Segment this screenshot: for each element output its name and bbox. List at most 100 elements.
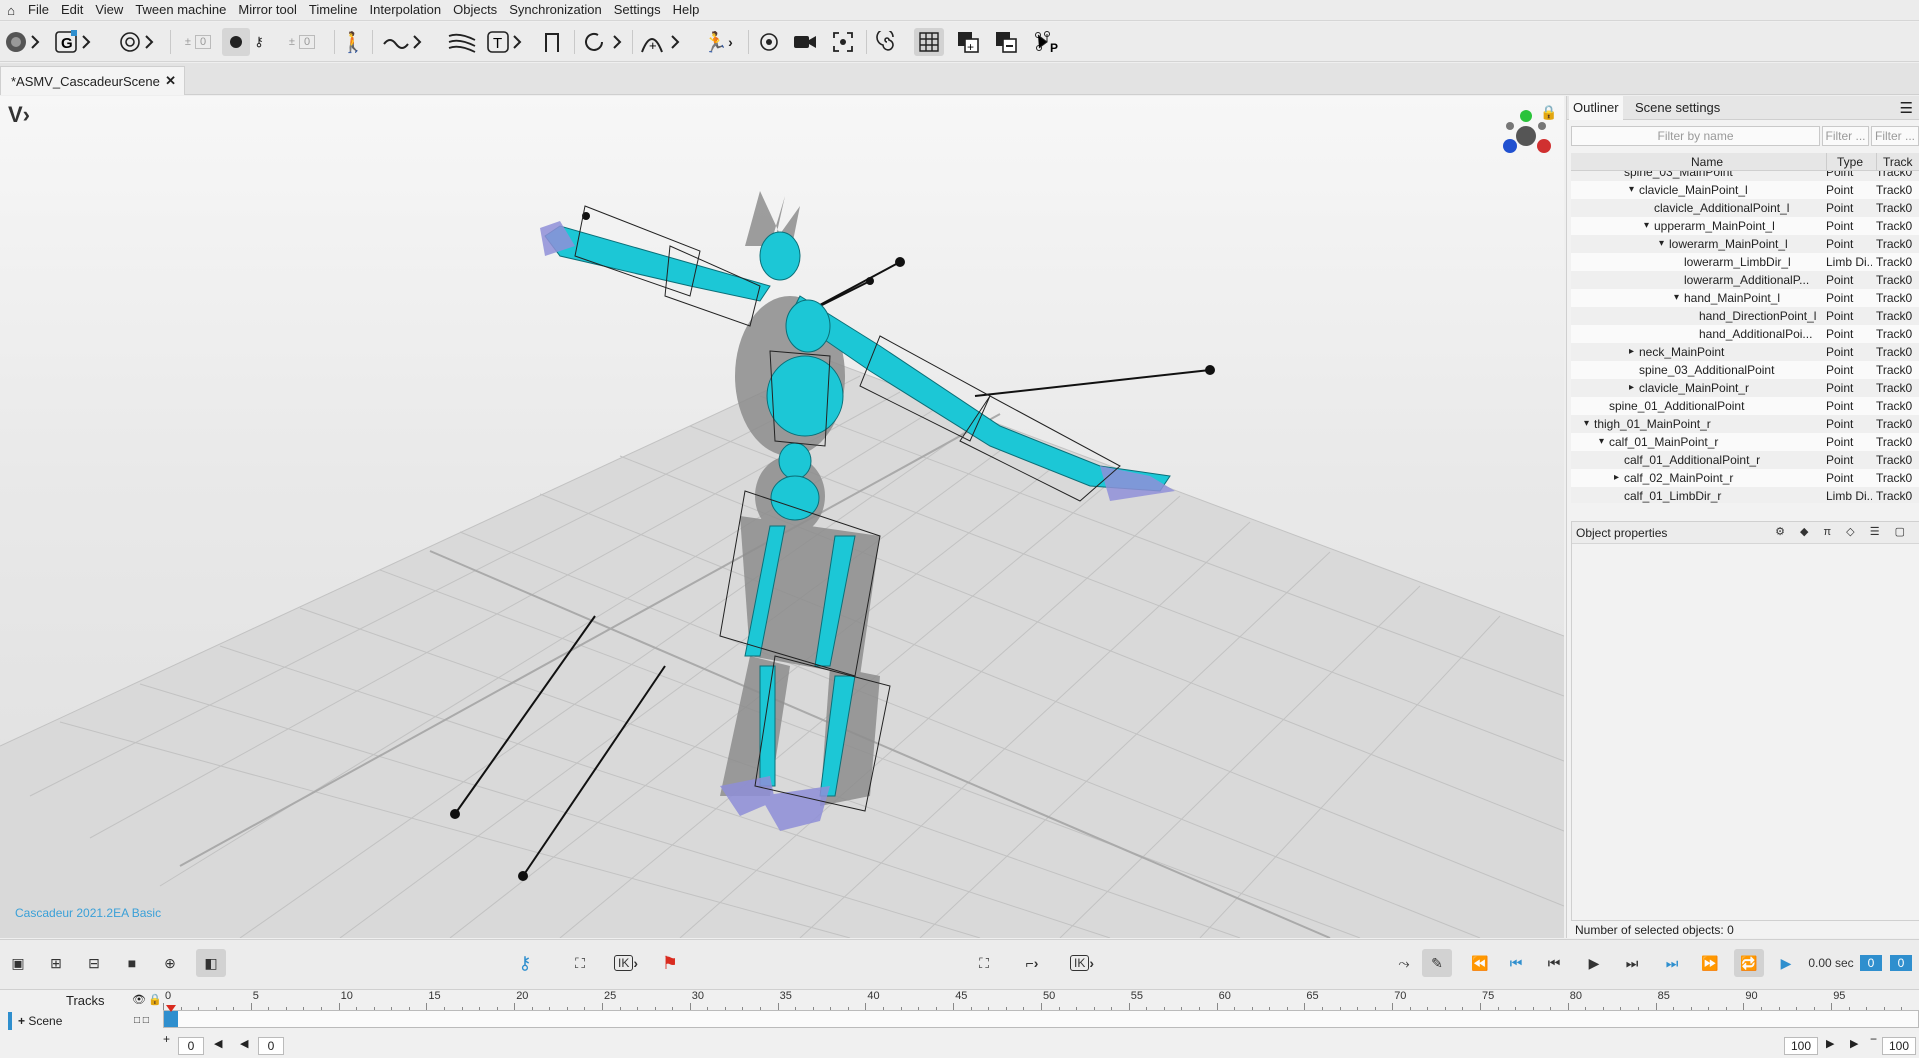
add-folder-icon[interactable]: ⊞ bbox=[42, 949, 70, 977]
menu-edit[interactable]: Edit bbox=[55, 0, 89, 20]
globe-tool-button[interactable] bbox=[4, 28, 44, 56]
menu-objects[interactable]: Objects bbox=[447, 0, 503, 20]
prev-small-icon[interactable]: ◀ bbox=[240, 1037, 248, 1050]
add-track-icon[interactable]: ▣ bbox=[4, 949, 32, 977]
point-cloud-icon[interactable]: P bbox=[1032, 28, 1062, 56]
outliner-row[interactable]: ▾ upperarm_MainPoint_l Point Track0 bbox=[1571, 217, 1919, 235]
key-tool-icon[interactable]: ⚷ bbox=[512, 949, 538, 977]
ik-toggle-button[interactable]: IK › bbox=[604, 949, 648, 977]
expand-arrow-icon[interactable]: ▾ bbox=[1584, 415, 1589, 433]
frame-box-a[interactable]: 0 bbox=[1860, 955, 1882, 971]
add-keyframe-icon[interactable]: ⊕ bbox=[156, 949, 184, 977]
fit-selection-icon[interactable]: ⛶ bbox=[566, 949, 594, 977]
menu-view[interactable]: View bbox=[89, 0, 129, 20]
next-frame-icon[interactable]: ⏭ bbox=[1620, 949, 1644, 977]
tab-scene-settings[interactable]: Scene settings bbox=[1631, 96, 1724, 120]
outliner-row[interactable]: ▸ neck_MainPoint Point Track0 bbox=[1571, 343, 1919, 361]
rewind-icon[interactable]: ⏪ bbox=[1468, 949, 1492, 977]
target-icon[interactable] bbox=[756, 28, 782, 56]
filter-type-input[interactable]: Filter ... bbox=[1822, 126, 1869, 146]
add-group-icon[interactable]: + bbox=[954, 28, 982, 56]
play-sound-icon[interactable]: ▶ bbox=[1774, 949, 1798, 977]
outliner-row[interactable]: lowerarm_LimbDir_l Limb Di... Track0 bbox=[1571, 253, 1919, 271]
collapse-arrow-icon[interactable]: ▸ bbox=[1629, 379, 1634, 397]
character-icon[interactable]: 🚶 bbox=[340, 28, 366, 56]
menu-interpolation[interactable]: Interpolation bbox=[364, 0, 448, 20]
counter-a[interactable]: ±0 bbox=[178, 28, 218, 56]
menu-mirror-tool[interactable]: Mirror tool bbox=[232, 0, 303, 20]
column-track[interactable]: Track bbox=[1876, 153, 1913, 171]
trajectory-add-button[interactable]: + bbox=[640, 28, 684, 56]
zoom-out-icon[interactable]: − bbox=[1870, 1032, 1877, 1046]
viewport-menu-icon[interactable]: V› bbox=[8, 102, 30, 128]
key-icon[interactable]: ⚷ bbox=[252, 28, 266, 56]
outliner-row[interactable]: clavicle_AdditionalPoint_l Point Track0 bbox=[1571, 199, 1919, 217]
fast-forward-icon[interactable]: ⏩ bbox=[1698, 949, 1722, 977]
track-scene[interactable]: + Scene □ □ bbox=[8, 1012, 158, 1030]
ik-mode-button[interactable]: IK › bbox=[1060, 949, 1104, 977]
expand-arrow-icon[interactable]: ▾ bbox=[1659, 235, 1664, 253]
loop-tool-button[interactable] bbox=[582, 28, 626, 56]
zoom-in-icon[interactable]: + bbox=[163, 1032, 170, 1046]
remove-group-icon[interactable] bbox=[992, 28, 1020, 56]
column-name[interactable]: Name bbox=[1691, 153, 1723, 171]
loop-toggle-button[interactable]: 🔁 bbox=[1734, 949, 1764, 977]
menu-timeline[interactable]: Timeline bbox=[303, 0, 364, 20]
interval-lock-icon[interactable]: ⤳ bbox=[1390, 949, 1418, 977]
expand-arrow-icon[interactable]: ▾ bbox=[1629, 181, 1634, 199]
split-view-button[interactable]: ◧ bbox=[196, 949, 226, 977]
outliner-row[interactable]: calf_01_LimbDir_r Limb Di... Track0 bbox=[1571, 487, 1919, 503]
expand-arrow-icon[interactable]: ▾ bbox=[1644, 217, 1649, 235]
playhead-marker[interactable] bbox=[166, 1005, 176, 1012]
lock-icon[interactable]: 🔒 bbox=[1540, 104, 1557, 121]
end-frame-right-input[interactable]: 100 bbox=[1882, 1037, 1916, 1055]
curves-icon[interactable] bbox=[446, 28, 478, 56]
playhead-key[interactable] bbox=[164, 1011, 178, 1027]
timeline-ruler[interactable]: 0 5 10 15 20 25 30 35 40 45 50 55 60 65 70 75 80 85 90 95 bbox=[163, 990, 1919, 1010]
filter-track-input[interactable]: Filter ... bbox=[1871, 126, 1919, 146]
start-frame-input[interactable]: 0 bbox=[178, 1037, 204, 1055]
prev-range-icon[interactable]: ◀ bbox=[214, 1037, 222, 1050]
auto-key-button[interactable]: ✎ bbox=[1422, 949, 1452, 977]
outliner-row[interactable]: spine_03_MainPoint Point Track0 bbox=[1571, 171, 1919, 181]
collapse-arrow-icon[interactable]: ▸ bbox=[1629, 343, 1634, 361]
curve-lock-button[interactable] bbox=[382, 28, 428, 56]
outliner-row[interactable]: lowerarm_AdditionalP... Point Track0 bbox=[1571, 271, 1919, 289]
tab-scene[interactable]: *ASMV_CascadeurScene ✕ bbox=[0, 66, 185, 95]
outliner-row[interactable]: ▾ hand_MainPoint_l Point Track0 bbox=[1571, 289, 1919, 307]
column-type[interactable]: Type bbox=[1826, 153, 1863, 171]
menu-tween-machine[interactable]: Tween machine bbox=[129, 0, 232, 20]
remove-track-icon[interactable]: ⊟ bbox=[80, 949, 108, 977]
grid-toggle-button[interactable] bbox=[914, 28, 944, 56]
outliner-row[interactable]: ▾ calf_01_MainPoint_r Point Track0 bbox=[1571, 433, 1919, 451]
prev-frame-icon[interactable]: ⏮ bbox=[1542, 949, 1566, 977]
outliner-row[interactable]: ▾ clavicle_MainPoint_l Point Track0 bbox=[1571, 181, 1919, 199]
collapse-arrow-icon[interactable]: ▸ bbox=[1614, 469, 1619, 487]
next-small-icon[interactable]: ▶ bbox=[1826, 1037, 1834, 1050]
outliner-row[interactable]: ▾ thigh_01_MainPoint_r Point Track0 bbox=[1571, 415, 1919, 433]
lock-tracks-icon[interactable]: 🔒 bbox=[148, 993, 162, 1006]
expand-arrow-icon[interactable]: ▾ bbox=[1674, 289, 1679, 307]
outliner-row[interactable]: spine_01_AdditionalPoint Point Track0 bbox=[1571, 397, 1919, 415]
visibility-icon[interactable]: 👁 bbox=[132, 993, 146, 1006]
counter-b[interactable]: ±0 bbox=[280, 28, 324, 56]
interpolation-step-button[interactable]: ⌐ › bbox=[1010, 949, 1054, 977]
close-icon[interactable]: ✕ bbox=[165, 73, 176, 89]
text-tool-button[interactable]: T bbox=[486, 28, 526, 56]
frame-box-b[interactable]: 0 bbox=[1890, 955, 1912, 971]
run-physics-button[interactable]: 🏃 › bbox=[696, 28, 740, 56]
filter-name-input[interactable]: Filter by name bbox=[1571, 126, 1820, 146]
outliner-row[interactable]: calf_01_AdditionalPoint_r Point Track0 bbox=[1571, 451, 1919, 469]
camera-icon[interactable] bbox=[792, 28, 818, 56]
spiral-icon[interactable] bbox=[874, 28, 900, 56]
outliner-row[interactable]: spine_03_AdditionalPoint Point Track0 bbox=[1571, 361, 1919, 379]
menu-help[interactable]: Help bbox=[667, 0, 706, 20]
next-key-icon[interactable]: ⏭ bbox=[1660, 949, 1684, 977]
track-view-icon[interactable]: ■ bbox=[118, 949, 146, 977]
menu-settings[interactable]: Settings bbox=[608, 0, 667, 20]
current-frame-input[interactable]: 0 bbox=[258, 1037, 284, 1055]
outliner-row[interactable]: hand_DirectionPoint_l Point Track0 bbox=[1571, 307, 1919, 325]
next-range-icon[interactable]: ▶ bbox=[1850, 1037, 1858, 1050]
outliner-row[interactable]: ▾ lowerarm_MainPoint_l Point Track0 bbox=[1571, 235, 1919, 253]
prev-key-icon[interactable]: ⏮ bbox=[1504, 949, 1528, 977]
